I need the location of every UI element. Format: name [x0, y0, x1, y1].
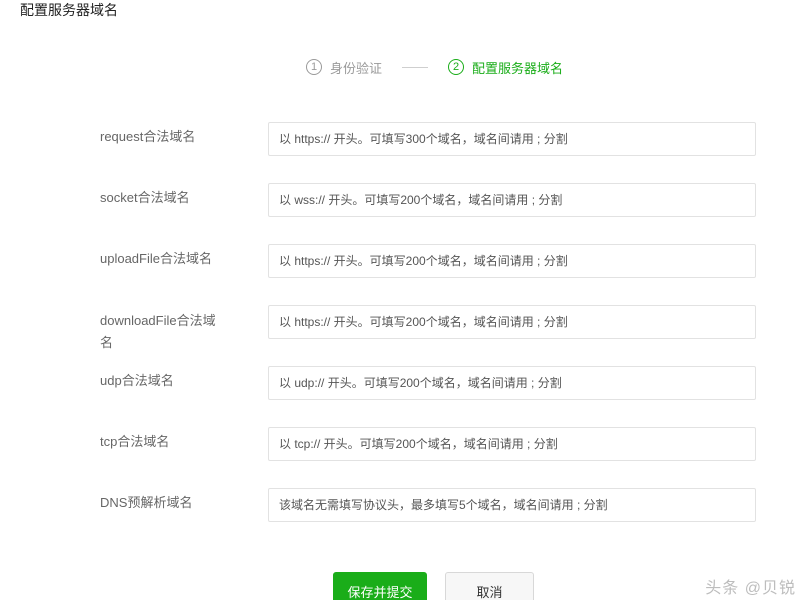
tcp-domain-input[interactable]	[268, 427, 756, 461]
cancel-button[interactable]: 取消	[445, 572, 534, 600]
uploadfile-domain-label: uploadFile合法域名	[100, 251, 212, 266]
form-row-dns-prefetch: DNS预解析域名	[0, 488, 800, 522]
downloadfile-domain-label: downloadFile合法域名	[100, 313, 216, 350]
step-label-identity: 身份验证	[330, 60, 383, 76]
form-row-downloadfile: downloadFile合法域名	[0, 305, 800, 350]
form-row-request: request合法域名	[0, 122, 800, 156]
form-row-udp: udp合法域名	[0, 366, 800, 400]
watermark-text: 头条 @贝锐	[705, 580, 796, 597]
udp-domain-label: udp合法域名	[100, 373, 174, 388]
uploadfile-domain-input[interactable]	[268, 244, 756, 278]
socket-domain-input[interactable]	[268, 183, 756, 217]
step-identity-verification: 1 身份验证	[306, 58, 382, 77]
socket-domain-label: socket合法域名	[100, 190, 190, 205]
request-domain-label: request合法域名	[100, 129, 196, 144]
step-connector	[402, 66, 429, 68]
page: 配置服务器域名 1 身份验证 2 配置服务器域名 request合法域名 soc…	[0, 0, 800, 600]
step-indicator: 1 身份验证 2 配置服务器域名	[306, 56, 563, 78]
save-submit-button[interactable]: 保存并提交	[333, 572, 427, 600]
form-row-tcp: tcp合法域名	[0, 427, 800, 461]
step-label-configure: 配置服务器域名	[472, 60, 564, 76]
request-domain-input[interactable]	[268, 122, 756, 156]
udp-domain-input[interactable]	[268, 366, 756, 400]
step-number-2: 2	[448, 59, 465, 75]
form-row-uploadfile: uploadFile合法域名	[0, 244, 800, 278]
tcp-domain-label: tcp合法域名	[100, 434, 170, 449]
dns-prefetch-domain-input[interactable]	[268, 488, 756, 522]
step-number-1: 1	[306, 59, 322, 75]
form-row-socket: socket合法域名	[0, 183, 800, 217]
downloadfile-domain-input[interactable]	[268, 305, 756, 339]
dns-prefetch-domain-label: DNS预解析域名	[100, 495, 193, 510]
step-configure-domain: 2 配置服务器域名	[448, 58, 563, 77]
page-title: 配置服务器域名	[20, 2, 118, 18]
